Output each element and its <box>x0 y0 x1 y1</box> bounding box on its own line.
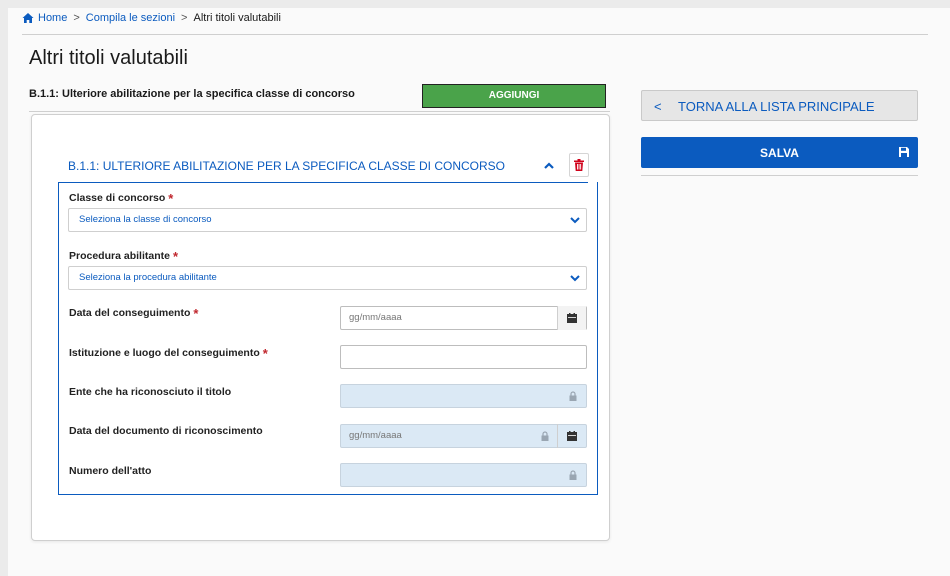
date-placeholder: gg/mm/aaaa <box>349 312 402 323</box>
classe-label: Classe di concorso * <box>69 191 173 206</box>
back-to-list-button[interactable]: < TORNA ALLA LISTA PRINCIPALE <box>641 90 918 121</box>
chevron-down-icon <box>570 275 580 282</box>
lock-icon <box>569 470 577 480</box>
numero-atto-input <box>340 463 587 487</box>
breadcrumb-separator: > <box>73 12 80 24</box>
calendar-button[interactable] <box>557 306 586 330</box>
section-label: B.1.1: Ulteriore abilitazione per la spe… <box>29 88 355 100</box>
istituzione-input[interactable] <box>340 345 587 369</box>
delete-button[interactable] <box>569 153 589 177</box>
data-conseguimento-label: Data del conseguimento * <box>69 306 198 321</box>
divider <box>641 175 918 176</box>
required-marker: * <box>262 346 268 361</box>
save-label: SALVA <box>760 146 799 160</box>
chevron-down-icon <box>570 217 580 224</box>
breadcrumb: Home > Compila le sezioni > Altri titoli… <box>22 12 281 24</box>
lock-icon <box>541 431 549 441</box>
home-icon[interactable] <box>22 12 34 24</box>
procedura-label: Procedura abilitante * <box>69 249 178 264</box>
data-conseguimento-input[interactable]: gg/mm/aaaa <box>340 306 587 330</box>
calendar-icon <box>567 431 577 441</box>
add-button[interactable]: AGGIUNGI <box>422 84 606 108</box>
classe-label-text: Classe di concorso <box>69 192 166 204</box>
ente-input <box>340 384 587 408</box>
save-disk-icon <box>899 147 909 157</box>
breadcrumb-separator: > <box>181 12 188 24</box>
calendar-icon <box>567 313 577 323</box>
save-button[interactable]: SALVA <box>641 137 918 168</box>
chevron-left-icon: < <box>654 99 662 114</box>
procedura-select-value: Seleziona la procedura abilitante <box>79 272 217 283</box>
lock-icon <box>569 391 577 401</box>
istituzione-label-text: Istituzione e luogo del conseguimento <box>69 347 260 359</box>
data-documento-label: Data del documento di riconoscimento <box>69 425 263 437</box>
back-to-list-label: TORNA ALLA LISTA PRINCIPALE <box>678 99 875 114</box>
calendar-button[interactable] <box>557 424 586 448</box>
istituzione-label: Istituzione e luogo del conseguimento * <box>69 346 268 361</box>
date-placeholder: gg/mm/aaaa <box>349 430 402 441</box>
accordion-header[interactable]: B.1.1: ULTERIORE ABILITAZIONE PER LA SPE… <box>58 150 589 183</box>
numero-atto-label-text: Numero dell'atto <box>69 465 152 477</box>
breadcrumb-home-link[interactable]: Home <box>38 12 67 24</box>
chevron-up-icon[interactable] <box>541 158 557 174</box>
classe-select-value: Seleziona la classe di concorso <box>79 214 212 225</box>
page-title: Altri titoli valutabili <box>29 47 188 69</box>
accordion-title: B.1.1: ULTERIORE ABILITAZIONE PER LA SPE… <box>68 159 506 173</box>
divider <box>22 34 928 35</box>
breadcrumb-sections-link[interactable]: Compila le sezioni <box>86 12 175 24</box>
required-marker: * <box>193 306 199 321</box>
procedura-label-text: Procedura abilitante <box>69 250 170 262</box>
classe-select[interactable]: Seleziona la classe di concorso <box>68 208 587 232</box>
data-documento-input: gg/mm/aaaa <box>340 424 587 448</box>
ente-label: Ente che ha riconosciuto il titolo <box>69 386 231 398</box>
ente-label-text: Ente che ha riconosciuto il titolo <box>69 386 232 398</box>
trash-icon <box>574 159 584 171</box>
data-conseguimento-label-text: Data del conseguimento <box>69 307 191 319</box>
procedura-select[interactable]: Seleziona la procedura abilitante <box>68 266 587 290</box>
numero-atto-label: Numero dell'atto <box>69 465 151 477</box>
divider <box>29 111 610 112</box>
breadcrumb-current: Altri titoli valutabili <box>193 12 281 24</box>
required-marker: * <box>172 249 179 264</box>
required-marker: * <box>168 191 174 206</box>
data-documento-label-text: Data del documento di riconoscimento <box>69 425 263 437</box>
